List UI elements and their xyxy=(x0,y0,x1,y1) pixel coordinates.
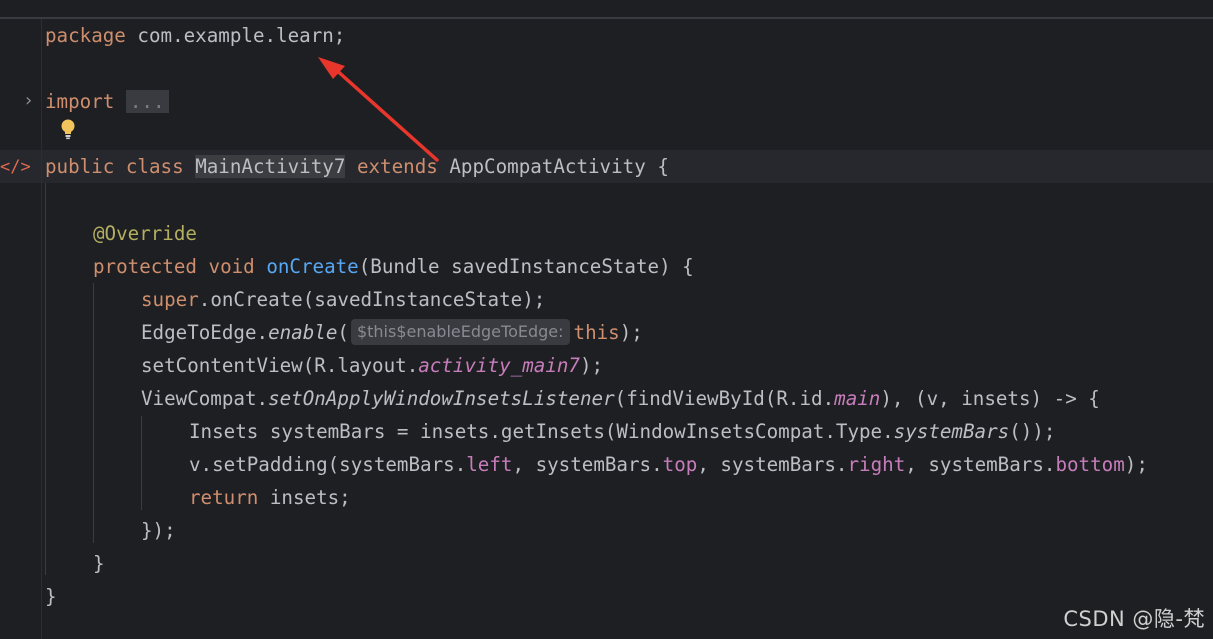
code-line-import[interactable]: import ... xyxy=(45,85,169,118)
method-params: (Bundle savedInstanceState) { xyxy=(358,255,694,278)
editor-top-bar xyxy=(0,0,1213,19)
parameter-hint: $this$enableEdgeToEdge: xyxy=(350,318,570,345)
lightbulb-icon[interactable] xyxy=(59,118,77,140)
chevron-right-icon[interactable]: › xyxy=(25,88,39,114)
field-top: top xyxy=(662,453,698,476)
code-text: }); xyxy=(141,519,176,542)
code-line-set-content-view[interactable]: setContentView(R.layout.activity_main7); xyxy=(141,349,603,382)
code-line-annotation[interactable]: @Override xyxy=(93,217,197,250)
code-text: setContentView(R.layout. xyxy=(141,354,419,377)
code-line-super-call[interactable]: super.onCreate(savedInstanceState); xyxy=(141,283,545,316)
static-method: enable xyxy=(268,321,338,344)
code-line-set-padding[interactable]: v.setPadding(systemBars.left, systemBars… xyxy=(189,448,1148,481)
code-text: } xyxy=(45,585,57,608)
class-name[interactable]: MainActivity7 xyxy=(195,155,346,178)
code-line-edge-to-edge[interactable]: EdgeToEdge.enable($this$enableEdgeToEdge… xyxy=(141,316,643,349)
static-field: main xyxy=(834,387,881,410)
code-text: v.setPadding(systemBars. xyxy=(189,453,467,476)
code-line-close-method[interactable]: } xyxy=(93,547,105,580)
keyword-package: package xyxy=(45,24,126,47)
field-right: right xyxy=(847,453,906,476)
code-line-get-insets[interactable]: Insets systemBars = insets.getInsets(Win… xyxy=(189,415,1055,448)
method-name: onCreate xyxy=(266,255,359,278)
keyword-super: super xyxy=(141,288,199,311)
super-call-text: .onCreate(savedInstanceState); xyxy=(198,288,546,311)
watermark: CSDN @隐-梵 xyxy=(1063,607,1205,631)
field-bottom: bottom xyxy=(1055,453,1125,476)
code-text: Insets systemBars = insets.getInsets(Win… xyxy=(189,420,894,443)
keyword-public: public xyxy=(45,155,115,178)
keyword-import: import xyxy=(45,90,115,113)
indent-guide xyxy=(141,416,142,510)
gutter-separator xyxy=(41,19,42,639)
keyword-return: return xyxy=(189,486,259,509)
superclass: AppCompatActivity { xyxy=(437,155,669,178)
keyword-protected: protected xyxy=(93,255,197,278)
code-text: ()); xyxy=(1009,420,1056,443)
code-line-close-class[interactable]: } xyxy=(45,580,57,613)
keyword-extends: extends xyxy=(356,155,438,178)
annotation-override: @Override xyxy=(93,222,197,245)
code-text: insets; xyxy=(258,486,351,509)
keyword-void: void xyxy=(208,255,255,278)
code-line-method-declaration[interactable]: protected void onCreate(Bundle savedInst… xyxy=(93,250,694,283)
code-line-insets-listener[interactable]: ViewCompat.setOnApplyWindowInsetsListene… xyxy=(141,382,1100,415)
static-method: setOnApplyWindowInsetsListener xyxy=(268,387,615,410)
code-text: ); xyxy=(579,354,604,377)
code-text: ViewCompat. xyxy=(141,387,269,410)
code-line-package[interactable]: package com.example.learn; xyxy=(45,19,345,52)
code-text: EdgeToEdge. xyxy=(141,321,269,344)
code-text: ( xyxy=(337,321,349,344)
code-text: , systemBars. xyxy=(697,453,848,476)
keyword-this: this xyxy=(573,321,620,344)
code-marker-icon[interactable]: </> xyxy=(0,155,31,179)
code-text: , systemBars. xyxy=(512,453,663,476)
code-text: ), (v, insets) -> { xyxy=(880,387,1100,410)
field-left: left xyxy=(466,453,513,476)
static-method: systemBars xyxy=(893,420,1010,443)
code-line-return[interactable]: return insets; xyxy=(189,481,351,514)
code-line-class-declaration[interactable]: public class MainActivity7 extends AppCo… xyxy=(45,150,669,183)
code-text: ); xyxy=(619,321,643,344)
static-field: activity_main7 xyxy=(418,354,580,377)
code-text: } xyxy=(93,552,105,575)
code-line-close-lambda[interactable]: }); xyxy=(141,514,176,547)
indent-guide xyxy=(45,183,46,575)
code-text: (findViewById(R.id. xyxy=(614,387,835,410)
code-text: ); xyxy=(1124,453,1148,476)
folded-imports[interactable]: ... xyxy=(125,90,169,113)
indent-guide xyxy=(93,283,94,543)
package-name: com.example.learn; xyxy=(125,24,346,47)
keyword-class: class xyxy=(125,155,184,178)
code-text: , systemBars. xyxy=(905,453,1056,476)
